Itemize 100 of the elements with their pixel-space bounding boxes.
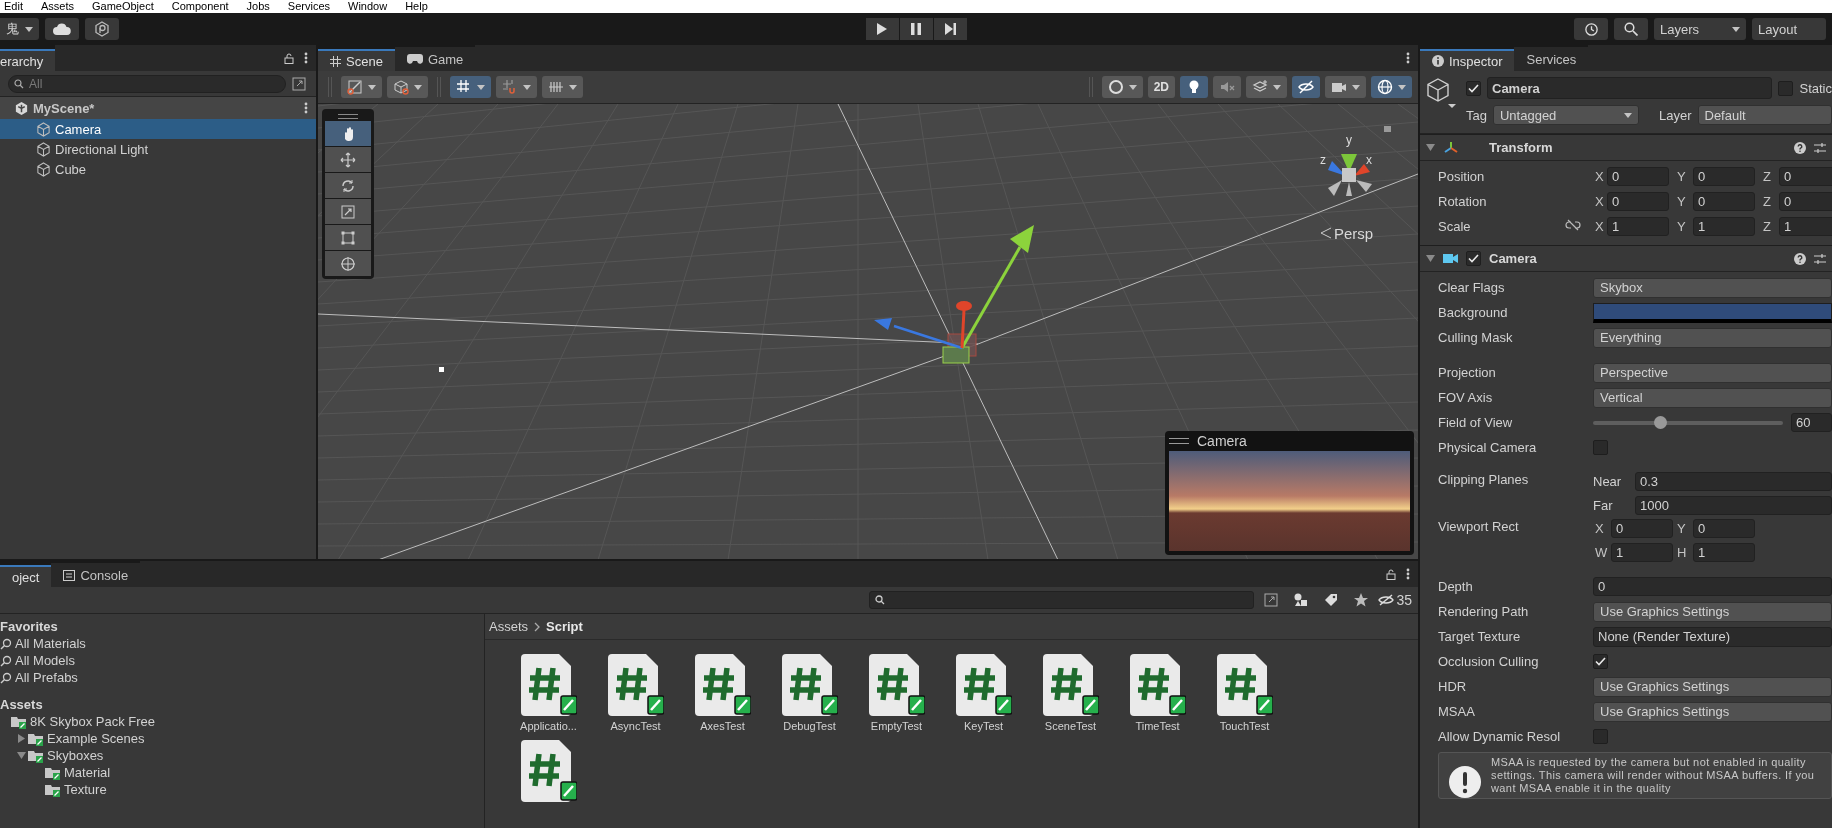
drag-handle-icon[interactable] <box>1169 438 1189 444</box>
checkbox[interactable] <box>1593 729 1608 744</box>
tab[interactable]: Inspector <box>1420 49 1515 71</box>
tab[interactable]: Services <box>1514 47 1589 71</box>
toolbar-button[interactable] <box>1246 76 1287 98</box>
tool-button[interactable] <box>325 251 371 276</box>
tool-button[interactable] <box>325 121 371 146</box>
name-field[interactable]: Camera <box>1487 77 1773 99</box>
view-mode-button[interactable]: Persp <box>1314 222 1380 244</box>
cloud-button[interactable] <box>45 18 79 40</box>
toolbar-button[interactable] <box>542 76 583 98</box>
favorite-item[interactable]: All Prefabs <box>0 669 484 686</box>
search-button[interactable] <box>1614 18 1648 40</box>
point-marker[interactable] <box>439 367 444 372</box>
tag-dropdown[interactable]: Untagged <box>1492 105 1639 125</box>
number-field[interactable]: 1 <box>1779 217 1832 236</box>
history-button[interactable] <box>1574 18 1608 40</box>
file-label[interactable]: SceneTest <box>1044 720 1097 732</box>
hierarchy-item[interactable]: Cube <box>0 159 316 179</box>
number-field[interactable]: 0 <box>1779 192 1832 211</box>
dropdown[interactable]: Skybox <box>1593 277 1832 298</box>
file-label[interactable]: TimeTest <box>1135 720 1180 732</box>
toolbar-button[interactable] <box>450 76 491 98</box>
file-label[interactable]: KeyTest <box>963 720 1004 732</box>
more-icon[interactable] <box>1406 568 1410 580</box>
number-field[interactable]: 1000 <box>1635 496 1832 515</box>
more-icon[interactable] <box>304 52 308 64</box>
number-field[interactable]: 0.3 <box>1635 472 1832 491</box>
number-field[interactable]: 0 <box>1693 192 1755 211</box>
number-field[interactable]: 0 <box>1693 167 1755 186</box>
dropdown[interactable]: Use Graphics Settings <box>1593 676 1832 697</box>
color-field[interactable] <box>1593 302 1832 323</box>
tab[interactable]: Scene <box>318 49 395 71</box>
number-field[interactable]: 0 <box>1611 519 1673 538</box>
number-field[interactable]: 0 <box>1607 192 1669 211</box>
number-field[interactable]: 1 <box>1607 217 1669 236</box>
number-field[interactable]: 1 <box>1693 217 1755 236</box>
number-field[interactable]: 1 <box>1693 543 1755 562</box>
collab-button[interactable] <box>85 18 119 40</box>
file-label[interactable]: EmptyTest <box>870 720 923 732</box>
slider-thumb[interactable] <box>1653 415 1667 429</box>
tool-button[interactable] <box>325 147 371 172</box>
menu-item[interactable]: Edit <box>4 0 23 13</box>
breadcrumb-link[interactable]: Assets <box>489 619 528 634</box>
number-field[interactable]: 60 <box>1791 413 1832 432</box>
number-field[interactable]: 1 <box>1611 543 1673 562</box>
file-label[interactable]: Applicatio... <box>520 720 577 732</box>
hidden-packages-button[interactable]: 35 <box>1378 589 1412 611</box>
file-label[interactable]: AxesTest <box>700 720 745 732</box>
folder-item[interactable]: Material <box>0 764 484 781</box>
expand-arrow-icon[interactable] <box>17 734 26 743</box>
toolbar-button[interactable] <box>1101 76 1143 98</box>
tab[interactable]: erarchy <box>0 49 56 71</box>
help-icon[interactable] <box>1794 252 1806 265</box>
checkbox[interactable] <box>1466 251 1481 266</box>
checkbox[interactable] <box>1466 80 1481 96</box>
dropdown[interactable]: Use Graphics Settings <box>1593 601 1832 622</box>
tool-button[interactable] <box>325 225 371 250</box>
folder-item[interactable]: 8K Skybox Pack Free <box>0 713 484 730</box>
mode-2d-button[interactable]: 2D <box>1147 76 1175 98</box>
sliders-icon[interactable] <box>1814 252 1826 265</box>
object-field[interactable]: None (Render Texture) <box>1593 626 1832 647</box>
checkbox[interactable] <box>1778 80 1794 96</box>
toolbar-button[interactable] <box>1371 76 1412 98</box>
number-field[interactable]: 0 <box>1779 167 1832 186</box>
menu-item[interactable]: Window <box>348 0 388 13</box>
cube-icon[interactable] <box>1426 77 1456 111</box>
checkbox[interactable] <box>1593 654 1608 669</box>
sliders-icon[interactable] <box>1814 141 1826 154</box>
tab[interactable]: oject <box>0 565 52 587</box>
toolbar-button[interactable] <box>1325 76 1366 98</box>
file-label[interactable]: TouchTest <box>1219 720 1270 732</box>
hierarchy-item[interactable]: Directional Light <box>0 139 316 159</box>
layout-dropdown[interactable]: Layout <box>1752 18 1826 40</box>
transform-gizmo-drawing[interactable] <box>874 225 1034 364</box>
menu-item[interactable]: Help <box>405 0 428 13</box>
tool-button[interactable] <box>325 173 371 198</box>
search-field[interactable] <box>869 591 1255 609</box>
more-icon[interactable] <box>1406 52 1410 64</box>
folder-item[interactable]: Texture <box>0 781 484 798</box>
file-label[interactable]: DebugTest <box>783 720 836 732</box>
search-field[interactable]: All <box>8 74 286 93</box>
help-icon[interactable] <box>1794 141 1806 154</box>
more-icon[interactable] <box>304 102 308 114</box>
number-field[interactable]: 0 <box>1693 519 1755 538</box>
expand-arrow-icon[interactable] <box>17 751 26 760</box>
favorite-item[interactable]: All Models <box>0 652 484 669</box>
favorite-item[interactable]: All Materials <box>0 635 484 652</box>
checkbox[interactable] <box>1593 440 1608 455</box>
unlinked-chain-icon[interactable] <box>1565 219 1581 231</box>
step-button[interactable] <box>933 18 967 40</box>
menu-item[interactable]: Jobs <box>246 0 270 13</box>
layer-dropdown[interactable]: Default <box>1697 105 1832 125</box>
dropdown[interactable]: Perspective <box>1593 362 1832 383</box>
file-label[interactable]: AsyncTest <box>610 720 661 732</box>
number-field[interactable]: 0 <box>1607 167 1669 186</box>
expand-arrow-icon[interactable] <box>1426 143 1435 152</box>
hierarchy-item[interactable]: Camera <box>0 119 316 139</box>
menu-item[interactable]: GameObject <box>92 0 154 13</box>
tool-button[interactable] <box>325 199 371 224</box>
